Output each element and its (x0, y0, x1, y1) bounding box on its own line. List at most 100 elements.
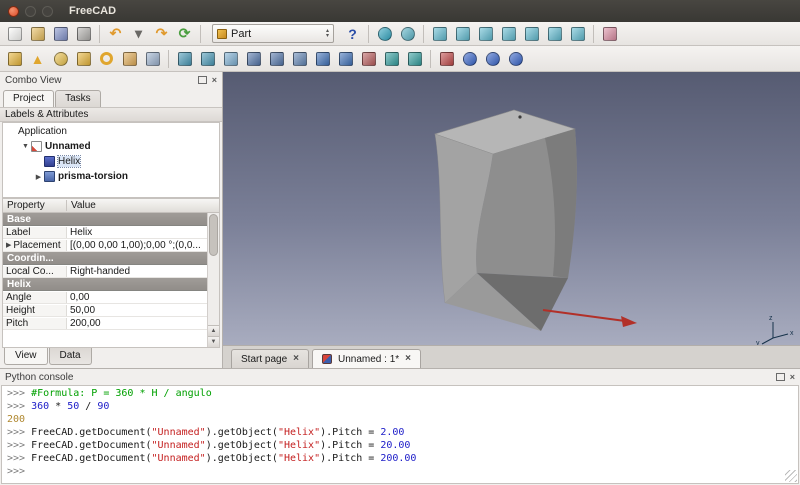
view-rear-icon[interactable] (521, 24, 542, 44)
property-value-cell[interactable]: 50,00 (67, 305, 219, 316)
labels-attributes-header: Labels & Attributes (0, 107, 222, 122)
tree-item[interactable]: Application (3, 124, 219, 139)
3d-viewport[interactable]: z x y (223, 72, 800, 345)
tree-expander-icon[interactable]: ▼ (20, 143, 31, 150)
title-bar[interactable]: FreeCAD (0, 0, 800, 22)
view-bottom-icon[interactable] (544, 24, 565, 44)
property-value-cell[interactable]: 200,00 (67, 318, 219, 329)
property-value-cell[interactable]: [(0,00 0,00 1,00);0,00 °;(0,0... (67, 240, 219, 251)
part-boolean-union-icon[interactable] (459, 49, 480, 69)
part-shape-builder-icon[interactable] (142, 49, 163, 69)
view-draw-style-icon[interactable] (397, 24, 418, 44)
open-document-icon[interactable] (27, 24, 48, 44)
view-top-icon[interactable] (475, 24, 496, 44)
save-document-shape (54, 27, 68, 41)
view-front-icon[interactable] (452, 24, 473, 44)
part-chamfer-icon[interactable] (266, 49, 287, 69)
view-right-icon[interactable] (498, 24, 519, 44)
part-loft-icon[interactable] (312, 49, 333, 69)
console-segment-prompt: >>> (7, 440, 31, 451)
combo-view-header[interactable]: Combo View × (0, 72, 222, 88)
close-panel-icon[interactable]: × (212, 75, 217, 85)
view-isometric-icon[interactable] (429, 24, 450, 44)
console-line: >>> FreeCAD.getDocument("Unnamed").getOb… (7, 426, 793, 439)
property-group-header[interactable]: Helix (3, 278, 219, 291)
undo-history-icon[interactable]: ▾ (128, 24, 149, 44)
property-value-cell[interactable]: Helix (67, 227, 219, 238)
property-row[interactable]: Angle0,00 (3, 291, 219, 304)
part-cylinder-icon[interactable] (73, 49, 94, 69)
tab-view[interactable]: View (4, 348, 48, 365)
value-column-header[interactable]: Value (67, 200, 100, 211)
toolbar-separator (430, 50, 431, 68)
part-torus-icon[interactable] (96, 49, 117, 69)
clear-measurement-icon[interactable] (599, 24, 620, 44)
close-window-button[interactable] (8, 6, 19, 17)
workbench-selector[interactable]: Part ▴▾ (212, 24, 334, 43)
view-fit-all-icon[interactable] (374, 24, 395, 44)
python-console-output[interactable]: >>> #Formula: P = 360 * H / angulo>>> 36… (1, 385, 799, 484)
tree-expander-icon[interactable]: ▶ (33, 173, 44, 181)
part-primitives-icon[interactable] (119, 49, 140, 69)
part-extrude-icon[interactable] (174, 49, 195, 69)
property-row[interactable]: Local Co...Right-handed (3, 265, 219, 278)
part-revolve-icon[interactable] (197, 49, 218, 69)
part-ruled-surface-icon[interactable] (289, 49, 310, 69)
part-boolean-common-icon[interactable] (482, 49, 503, 69)
part-sweep-icon[interactable] (335, 49, 356, 69)
close-console-icon[interactable]: × (790, 372, 795, 382)
part-boolean-cut-icon[interactable] (505, 49, 526, 69)
refresh-icon[interactable]: ⟳ (174, 24, 195, 44)
property-row[interactable]: LabelHelix (3, 226, 219, 239)
print-icon[interactable] (73, 24, 94, 44)
tab-unnamed-document[interactable]: Unnamed : 1* × (312, 349, 421, 368)
part-offset-icon[interactable] (381, 49, 402, 69)
scroll-up-icon[interactable]: ▲ (208, 325, 219, 336)
property-expander-icon[interactable]: ▶ (6, 241, 11, 249)
undock-panel-icon[interactable] (198, 76, 207, 84)
scroll-down-icon[interactable]: ▼ (208, 336, 219, 347)
new-document-icon[interactable] (4, 24, 25, 44)
part-section-icon[interactable] (358, 49, 379, 69)
tab-data[interactable]: Data (49, 348, 92, 365)
property-group-header[interactable]: Base (3, 213, 219, 226)
property-row[interactable]: Pitch200,00 (3, 317, 219, 330)
redo-icon[interactable]: ↷ (151, 24, 172, 44)
property-value-cell[interactable]: Right-handed (67, 266, 219, 277)
tree-item[interactable]: ▶prisma-torsion (3, 169, 219, 184)
python-console-header[interactable]: Python console × (0, 369, 800, 385)
minimize-window-button[interactable] (25, 6, 36, 17)
property-column-header[interactable]: Property (3, 200, 67, 211)
part-sphere-icon[interactable] (50, 49, 71, 69)
part-cone-icon[interactable]: ▲ (27, 49, 48, 69)
tree-item[interactable]: ▼ Unnamed (3, 139, 219, 154)
scrollbar-thumb[interactable] (209, 214, 218, 256)
tab-project[interactable]: Project (3, 90, 54, 107)
property-row[interactable]: ▶Placement[(0,00 0,00 1,00);0,00 °;(0,0.… (3, 239, 219, 252)
part-extrude-shape (178, 52, 192, 66)
part-compound-icon[interactable] (436, 49, 457, 69)
part-box-icon[interactable] (4, 49, 25, 69)
tree-item-label: Unnamed (45, 141, 91, 152)
save-document-icon[interactable] (50, 24, 71, 44)
part-mirror-icon[interactable] (220, 49, 241, 69)
view-left-icon[interactable] (567, 24, 588, 44)
undo-icon[interactable]: ↶ (105, 24, 126, 44)
3d-scene: z x y (223, 72, 800, 345)
tab-start-page[interactable]: Start page × (231, 349, 309, 368)
maximize-window-button[interactable] (42, 6, 53, 17)
close-tab-icon[interactable]: × (293, 354, 299, 364)
console-segment-string: "Unnamed" (152, 453, 206, 464)
undock-console-icon[interactable] (776, 373, 785, 381)
property-scrollbar[interactable]: ▲ ▼ (207, 213, 219, 347)
part-fillet-icon[interactable] (243, 49, 264, 69)
close-tab-icon[interactable]: × (405, 354, 411, 364)
part-thickness-icon[interactable] (404, 49, 425, 69)
tab-tasks[interactable]: Tasks (55, 90, 101, 107)
property-row[interactable]: Height50,00 (3, 304, 219, 317)
property-group-header[interactable]: Coordin... (3, 252, 219, 265)
whats-this-icon[interactable]: ? (342, 24, 363, 44)
tree-item[interactable]: Helix (3, 154, 219, 169)
property-value-cell[interactable]: 0,00 (67, 292, 219, 303)
resize-grip[interactable] (785, 470, 797, 482)
